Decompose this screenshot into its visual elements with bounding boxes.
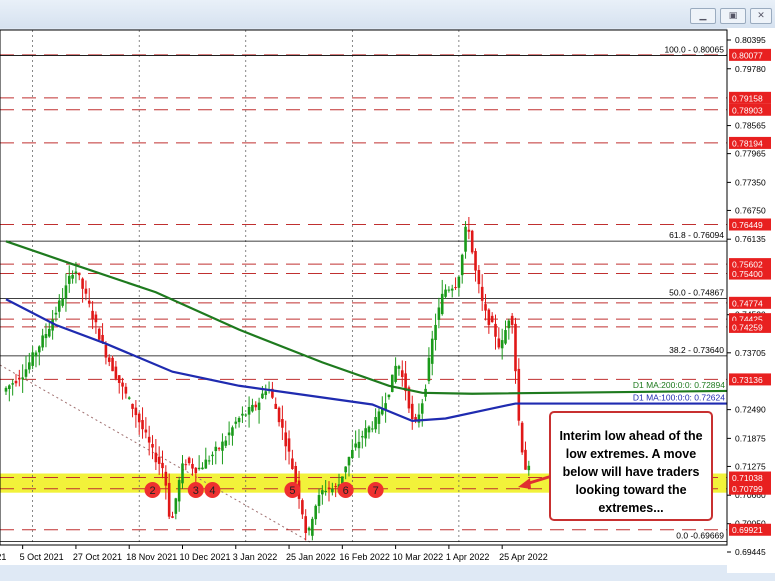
swing-low-marker: 6 bbox=[337, 482, 354, 498]
y-tick-label: 0.78565 bbox=[735, 121, 766, 131]
svg-text:3: 3 bbox=[193, 485, 199, 497]
y-tick-label: 0.71875 bbox=[735, 433, 766, 443]
candle bbox=[111, 355, 114, 372]
fib-level-label: 100.0 - 0.80065 bbox=[664, 44, 724, 54]
candle bbox=[520, 421, 524, 455]
price-level-tag-label: 0.69921 bbox=[732, 525, 763, 535]
x-tick-label: 25 Jan 2022 bbox=[286, 552, 336, 562]
y-tick-label: 0.72490 bbox=[735, 405, 766, 415]
price-level-tag-label: 0.74259 bbox=[732, 322, 763, 332]
price-level-tag-label: 0.78903 bbox=[732, 105, 763, 115]
y-tick-label: 0.69445 bbox=[735, 547, 766, 557]
y-tick-label: 0.80395 bbox=[735, 35, 766, 45]
y-tick-label: 0.76750 bbox=[735, 205, 766, 215]
x-tick-label: 1 Apr 2022 bbox=[446, 552, 490, 562]
ma-label: D1 MA:100:0:0: 0.72624 bbox=[633, 393, 725, 403]
y-tick-label: 0.73705 bbox=[735, 348, 766, 358]
x-tick-label: 18 Nov 2021 bbox=[126, 552, 177, 562]
y-tick-label: 0.77965 bbox=[735, 149, 766, 159]
y-tick-label: 0.79780 bbox=[735, 64, 766, 74]
chart-window: ▁ ▣ ✕ 215 Oct 202127 Oct 202118 Nov 2021… bbox=[0, 0, 775, 581]
candle bbox=[97, 327, 101, 340]
price-level-tag-label: 0.75400 bbox=[732, 269, 763, 279]
price-level-tag-label: 0.70799 bbox=[732, 484, 763, 494]
svg-text:2: 2 bbox=[149, 485, 155, 497]
ma-label: D1 MA:200:0:0: 0.72894 bbox=[633, 380, 725, 390]
fib-level-label: 61.8 - 0.76094 bbox=[669, 230, 724, 240]
candle bbox=[390, 374, 394, 393]
swing-low-marker: 7 bbox=[367, 482, 384, 498]
x-tick-label: 5 Oct 2021 bbox=[20, 552, 64, 562]
price-level-tag-label: 0.74774 bbox=[732, 298, 763, 308]
x-tick-label: 3 Jan 2022 bbox=[233, 552, 278, 562]
x-tick-label: 21 bbox=[0, 552, 6, 562]
x-tick-label: 16 Feb 2022 bbox=[339, 552, 390, 562]
annotation-box: Interim low ahead of the low extremes. A… bbox=[549, 411, 713, 521]
swing-low-marker: 2 bbox=[144, 482, 161, 498]
y-tick-label: 0.77350 bbox=[735, 177, 766, 187]
swing-low-marker: 3 bbox=[187, 482, 204, 498]
price-level-tag-label: 0.80077 bbox=[732, 50, 763, 60]
price-level-tag-label: 0.71038 bbox=[732, 473, 763, 483]
price-level-tag-label: 0.73136 bbox=[732, 375, 763, 385]
svg-text:6: 6 bbox=[343, 485, 349, 497]
price-level-tag-label: 0.79158 bbox=[732, 93, 763, 103]
x-tick-label: 10 Dec 2021 bbox=[179, 552, 230, 562]
svg-text:5: 5 bbox=[289, 485, 295, 497]
y-tick-label: 0.71275 bbox=[735, 461, 766, 471]
swing-low-marker: 4 bbox=[204, 482, 221, 498]
x-tick-label: 25 Apr 2022 bbox=[499, 552, 548, 562]
svg-text:4: 4 bbox=[209, 485, 215, 497]
fib-level-label: 50.0 - 0.74867 bbox=[669, 287, 724, 297]
price-level-tag-label: 0.76449 bbox=[732, 220, 763, 230]
x-tick-label: 27 Oct 2021 bbox=[73, 552, 122, 562]
candle bbox=[470, 229, 474, 255]
svg-text:7: 7 bbox=[373, 485, 379, 497]
fib-level-label: 0.0 -0.69669 bbox=[676, 531, 724, 541]
x-tick-label: 10 Mar 2022 bbox=[393, 552, 444, 562]
fib-level-label: 38.2 - 0.73640 bbox=[669, 345, 724, 355]
price-level-tag-label: 0.78194 bbox=[732, 138, 763, 148]
swing-low-marker: 5 bbox=[284, 482, 301, 498]
y-tick-label: 0.76135 bbox=[735, 234, 766, 244]
